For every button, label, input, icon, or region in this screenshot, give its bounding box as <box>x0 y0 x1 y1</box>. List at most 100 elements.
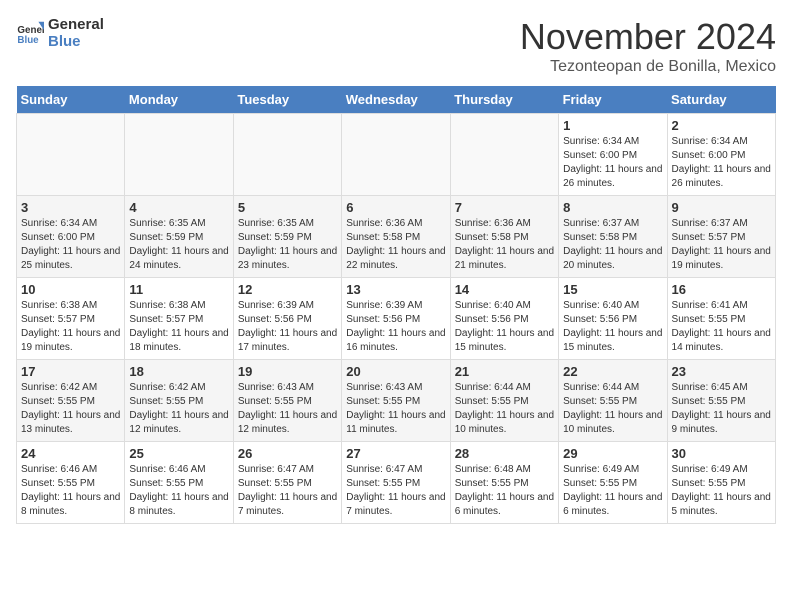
calendar-cell: 12 Sunrise: 6:39 AM Sunset: 5:56 PM Dayli… <box>233 278 341 360</box>
calendar-cell: 25 Sunrise: 6:46 AM Sunset: 5:55 PM Dayli… <box>125 442 233 524</box>
logo: General Blue General Blue <box>16 16 104 50</box>
week-row-0: 1 Sunrise: 6:34 AM Sunset: 6:00 PM Daylig… <box>17 114 776 196</box>
week-row-3: 17 Sunrise: 6:42 AM Sunset: 5:55 PM Dayli… <box>17 360 776 442</box>
calendar-cell: 26Sunrise: 6:47 AM Sunset: 5:55 PM Dayli… <box>233 442 341 524</box>
day-number: 17 <box>21 364 120 379</box>
calendar-cell <box>450 114 558 196</box>
day-info: Sunrise: 6:46 AM Sunset: 5:55 PM Dayligh… <box>21 463 120 519</box>
title-area: November 2024 Tezonteopan de Bonilla, Me… <box>520 16 776 76</box>
day-number: 13 <box>346 282 445 297</box>
calendar-cell: 22 Sunrise: 6:44 AM Sunset: 5:55 PM Dayli… <box>559 360 667 442</box>
logo-general: General <box>48 16 104 33</box>
day-info: Sunrise: 6:39 AM Sunset: 5:56 PM Dayligh… <box>238 299 337 355</box>
calendar-cell: 14Sunrise: 6:40 AM Sunset: 5:56 PM Dayli… <box>450 278 558 360</box>
day-info: Sunrise: 6:39 AM Sunset: 5:56 PM Dayligh… <box>346 299 445 355</box>
day-number: 5 <box>238 200 337 215</box>
day-number: 19 <box>238 364 337 379</box>
header: General Blue General Blue November 2024 … <box>16 16 776 76</box>
calendar-cell: 5 Sunrise: 6:35 AM Sunset: 5:59 PM Daylig… <box>233 196 341 278</box>
day-number: 4 <box>129 200 228 215</box>
header-thursday: Thursday <box>450 86 558 114</box>
day-number: 11 <box>129 282 228 297</box>
calendar-cell: 15Sunrise: 6:40 AM Sunset: 5:56 PM Dayli… <box>559 278 667 360</box>
day-number: 22 <box>563 364 662 379</box>
calendar-cell: 8 Sunrise: 6:37 AM Sunset: 5:58 PM Daylig… <box>559 196 667 278</box>
day-number: 26 <box>238 446 337 461</box>
day-number: 3 <box>21 200 120 215</box>
day-info: Sunrise: 6:47 AM Sunset: 5:55 PM Dayligh… <box>346 463 445 519</box>
day-number: 14 <box>455 282 554 297</box>
day-info: Sunrise: 6:42 AM Sunset: 5:55 PM Dayligh… <box>129 381 228 437</box>
day-info: Sunrise: 6:44 AM Sunset: 5:55 PM Dayligh… <box>563 381 662 437</box>
calendar-cell: 2 Sunrise: 6:34 AM Sunset: 6:00 PM Daylig… <box>667 114 775 196</box>
calendar-cell: 29 Sunrise: 6:49 AM Sunset: 5:55 PM Dayli… <box>559 442 667 524</box>
week-row-1: 3 Sunrise: 6:34 AM Sunset: 6:00 PM Daylig… <box>17 196 776 278</box>
day-info: Sunrise: 6:37 AM Sunset: 5:58 PM Dayligh… <box>563 217 662 273</box>
day-number: 9 <box>672 200 771 215</box>
day-info: Sunrise: 6:36 AM Sunset: 5:58 PM Dayligh… <box>455 217 554 273</box>
calendar-cell <box>342 114 450 196</box>
day-info: Sunrise: 6:35 AM Sunset: 5:59 PM Dayligh… <box>238 217 337 273</box>
day-number: 21 <box>455 364 554 379</box>
day-number: 2 <box>672 118 771 133</box>
day-info: Sunrise: 6:37 AM Sunset: 5:57 PM Dayligh… <box>672 217 771 273</box>
calendar-cell: 7 Sunrise: 6:36 AM Sunset: 5:58 PM Daylig… <box>450 196 558 278</box>
day-number: 30 <box>672 446 771 461</box>
calendar-cell: 3 Sunrise: 6:34 AM Sunset: 6:00 PM Daylig… <box>17 196 125 278</box>
day-number: 18 <box>129 364 228 379</box>
day-number: 12 <box>238 282 337 297</box>
calendar-cell: 24 Sunrise: 6:46 AM Sunset: 5:55 PM Dayli… <box>17 442 125 524</box>
calendar-cell: 16Sunrise: 6:41 AM Sunset: 5:55 PM Dayli… <box>667 278 775 360</box>
week-row-4: 24 Sunrise: 6:46 AM Sunset: 5:55 PM Dayli… <box>17 442 776 524</box>
day-number: 7 <box>455 200 554 215</box>
calendar-cell <box>233 114 341 196</box>
month-title: November 2024 <box>520 16 776 58</box>
day-info: Sunrise: 6:38 AM Sunset: 5:57 PM Dayligh… <box>129 299 228 355</box>
calendar-cell: 18 Sunrise: 6:42 AM Sunset: 5:55 PM Dayli… <box>125 360 233 442</box>
logo-blue: Blue <box>48 33 104 50</box>
day-info: Sunrise: 6:41 AM Sunset: 5:55 PM Dayligh… <box>672 299 771 355</box>
day-info: Sunrise: 6:38 AM Sunset: 5:57 PM Dayligh… <box>21 299 120 355</box>
day-number: 20 <box>346 364 445 379</box>
svg-text:Blue: Blue <box>17 35 39 46</box>
calendar-cell: 23Sunrise: 6:45 AM Sunset: 5:55 PM Dayli… <box>667 360 775 442</box>
day-info: Sunrise: 6:34 AM Sunset: 6:00 PM Dayligh… <box>563 135 662 191</box>
calendar-cell: 10Sunrise: 6:38 AM Sunset: 5:57 PM Dayli… <box>17 278 125 360</box>
day-info: Sunrise: 6:40 AM Sunset: 5:56 PM Dayligh… <box>563 299 662 355</box>
calendar-table: SundayMondayTuesdayWednesdayThursdayFrid… <box>16 86 776 524</box>
calendar-cell: 6Sunrise: 6:36 AM Sunset: 5:58 PM Daylig… <box>342 196 450 278</box>
day-info: Sunrise: 6:35 AM Sunset: 5:59 PM Dayligh… <box>129 217 228 273</box>
calendar-cell: 28 Sunrise: 6:48 AM Sunset: 5:55 PM Dayli… <box>450 442 558 524</box>
calendar-cell: 19 Sunrise: 6:43 AM Sunset: 5:55 PM Dayli… <box>233 360 341 442</box>
location-title: Tezonteopan de Bonilla, Mexico <box>520 58 776 76</box>
day-info: Sunrise: 6:34 AM Sunset: 6:00 PM Dayligh… <box>672 135 771 191</box>
day-number: 1 <box>563 118 662 133</box>
day-info: Sunrise: 6:49 AM Sunset: 5:55 PM Dayligh… <box>563 463 662 519</box>
calendar-header-row: SundayMondayTuesdayWednesdayThursdayFrid… <box>17 86 776 114</box>
day-number: 25 <box>129 446 228 461</box>
day-info: Sunrise: 6:44 AM Sunset: 5:55 PM Dayligh… <box>455 381 554 437</box>
day-info: Sunrise: 6:34 AM Sunset: 6:00 PM Dayligh… <box>21 217 120 273</box>
calendar-cell: 13 Sunrise: 6:39 AM Sunset: 5:56 PM Dayli… <box>342 278 450 360</box>
header-friday: Friday <box>559 86 667 114</box>
day-info: Sunrise: 6:45 AM Sunset: 5:55 PM Dayligh… <box>672 381 771 437</box>
day-number: 8 <box>563 200 662 215</box>
day-info: Sunrise: 6:43 AM Sunset: 5:55 PM Dayligh… <box>238 381 337 437</box>
day-number: 24 <box>21 446 120 461</box>
header-sunday: Sunday <box>17 86 125 114</box>
calendar-cell: 20 Sunrise: 6:43 AM Sunset: 5:55 PM Dayli… <box>342 360 450 442</box>
day-info: Sunrise: 6:43 AM Sunset: 5:55 PM Dayligh… <box>346 381 445 437</box>
day-info: Sunrise: 6:42 AM Sunset: 5:55 PM Dayligh… <box>21 381 120 437</box>
day-number: 29 <box>563 446 662 461</box>
week-row-2: 10Sunrise: 6:38 AM Sunset: 5:57 PM Dayli… <box>17 278 776 360</box>
calendar-cell: 9 Sunrise: 6:37 AM Sunset: 5:57 PM Daylig… <box>667 196 775 278</box>
day-info: Sunrise: 6:49 AM Sunset: 5:55 PM Dayligh… <box>672 463 771 519</box>
day-number: 28 <box>455 446 554 461</box>
day-number: 6 <box>346 200 445 215</box>
calendar-cell: 27Sunrise: 6:47 AM Sunset: 5:55 PM Dayli… <box>342 442 450 524</box>
calendar-cell: 11 Sunrise: 6:38 AM Sunset: 5:57 PM Dayli… <box>125 278 233 360</box>
header-monday: Monday <box>125 86 233 114</box>
day-info: Sunrise: 6:46 AM Sunset: 5:55 PM Dayligh… <box>129 463 228 519</box>
header-tuesday: Tuesday <box>233 86 341 114</box>
day-info: Sunrise: 6:48 AM Sunset: 5:55 PM Dayligh… <box>455 463 554 519</box>
